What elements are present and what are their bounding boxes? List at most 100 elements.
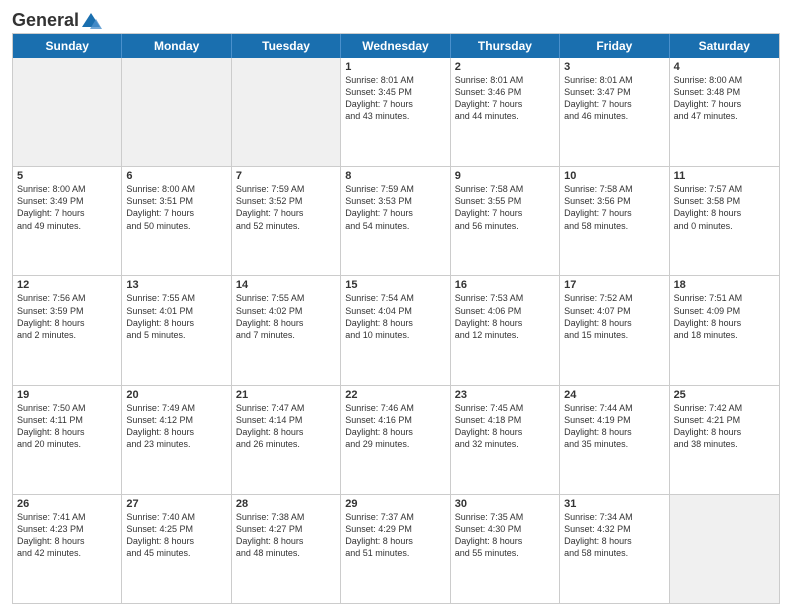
cal-cell-day-25: 25Sunrise: 7:42 AMSunset: 4:21 PMDayligh…	[670, 386, 779, 494]
cell-text-line: Sunrise: 7:57 AM	[674, 183, 775, 195]
cell-text-line: Sunset: 3:49 PM	[17, 195, 117, 207]
cal-cell-day-18: 18Sunrise: 7:51 AMSunset: 4:09 PMDayligh…	[670, 276, 779, 384]
cell-text-line: Sunrise: 7:34 AM	[564, 511, 664, 523]
cell-text-line: and 12 minutes.	[455, 329, 555, 341]
cal-cell-empty	[122, 58, 231, 166]
cell-text-line: Sunset: 3:51 PM	[126, 195, 226, 207]
cell-text-line: Sunset: 3:59 PM	[17, 305, 117, 317]
cell-text-line: and 10 minutes.	[345, 329, 445, 341]
cal-cell-day-1: 1Sunrise: 8:01 AMSunset: 3:45 PMDaylight…	[341, 58, 450, 166]
cal-cell-day-2: 2Sunrise: 8:01 AMSunset: 3:46 PMDaylight…	[451, 58, 560, 166]
day-number: 17	[564, 279, 664, 291]
cell-text-line: Sunrise: 7:46 AM	[345, 402, 445, 414]
cell-text-line: Daylight: 7 hours	[126, 207, 226, 219]
cal-cell-day-27: 27Sunrise: 7:40 AMSunset: 4:25 PMDayligh…	[122, 495, 231, 603]
day-number: 25	[674, 389, 775, 401]
cal-cell-day-3: 3Sunrise: 8:01 AMSunset: 3:47 PMDaylight…	[560, 58, 669, 166]
cal-cell-day-28: 28Sunrise: 7:38 AMSunset: 4:27 PMDayligh…	[232, 495, 341, 603]
day-number: 27	[126, 498, 226, 510]
cell-text-line: Daylight: 8 hours	[455, 535, 555, 547]
cal-cell-day-26: 26Sunrise: 7:41 AMSunset: 4:23 PMDayligh…	[13, 495, 122, 603]
cell-text-line: Sunset: 4:18 PM	[455, 414, 555, 426]
cell-text-line: Daylight: 7 hours	[345, 98, 445, 110]
cell-text-line: and 42 minutes.	[17, 547, 117, 559]
cell-text-line: Sunset: 3:48 PM	[674, 86, 775, 98]
cell-text-line: Sunset: 4:16 PM	[345, 414, 445, 426]
cell-text-line: Daylight: 7 hours	[17, 207, 117, 219]
cell-text-line: Sunset: 3:52 PM	[236, 195, 336, 207]
day-number: 20	[126, 389, 226, 401]
cal-cell-day-10: 10Sunrise: 7:58 AMSunset: 3:56 PMDayligh…	[560, 167, 669, 275]
cell-text-line: Sunset: 4:23 PM	[17, 523, 117, 535]
day-number: 28	[236, 498, 336, 510]
day-number: 22	[345, 389, 445, 401]
cell-text-line: Daylight: 7 hours	[455, 207, 555, 219]
day-number: 18	[674, 279, 775, 291]
cal-cell-day-22: 22Sunrise: 7:46 AMSunset: 4:16 PMDayligh…	[341, 386, 450, 494]
cell-text-line: Sunrise: 7:59 AM	[236, 183, 336, 195]
day-number: 7	[236, 170, 336, 182]
day-number: 16	[455, 279, 555, 291]
cell-text-line: Daylight: 8 hours	[564, 535, 664, 547]
cell-text-line: Daylight: 8 hours	[126, 317, 226, 329]
cell-text-line: and 26 minutes.	[236, 438, 336, 450]
cell-text-line: and 23 minutes.	[126, 438, 226, 450]
day-number: 26	[17, 498, 117, 510]
cell-text-line: and 35 minutes.	[564, 438, 664, 450]
cal-cell-day-8: 8Sunrise: 7:59 AMSunset: 3:53 PMDaylight…	[341, 167, 450, 275]
cell-text-line: Sunset: 3:55 PM	[455, 195, 555, 207]
cell-text-line: and 15 minutes.	[564, 329, 664, 341]
logo-icon	[80, 11, 102, 31]
cell-text-line: Sunrise: 7:51 AM	[674, 292, 775, 304]
cell-text-line: Daylight: 7 hours	[345, 207, 445, 219]
cal-cell-day-4: 4Sunrise: 8:00 AMSunset: 3:48 PMDaylight…	[670, 58, 779, 166]
logo: General	[12, 10, 103, 27]
cal-cell-day-16: 16Sunrise: 7:53 AMSunset: 4:06 PMDayligh…	[451, 276, 560, 384]
cell-text-line: Daylight: 8 hours	[345, 535, 445, 547]
day-number: 13	[126, 279, 226, 291]
cell-text-line: Sunset: 4:06 PM	[455, 305, 555, 317]
cell-text-line: Daylight: 8 hours	[674, 317, 775, 329]
day-number: 6	[126, 170, 226, 182]
cell-text-line: Daylight: 8 hours	[126, 426, 226, 438]
day-number: 29	[345, 498, 445, 510]
cell-text-line: Daylight: 8 hours	[674, 207, 775, 219]
day-number: 12	[17, 279, 117, 291]
cell-text-line: and 29 minutes.	[345, 438, 445, 450]
cell-text-line: and 43 minutes.	[345, 110, 445, 122]
cell-text-line: and 52 minutes.	[236, 220, 336, 232]
cell-text-line: Sunset: 4:07 PM	[564, 305, 664, 317]
cell-text-line: Sunrise: 7:49 AM	[126, 402, 226, 414]
cell-text-line: Daylight: 7 hours	[674, 98, 775, 110]
cell-text-line: Sunrise: 7:42 AM	[674, 402, 775, 414]
cal-cell-day-12: 12Sunrise: 7:56 AMSunset: 3:59 PMDayligh…	[13, 276, 122, 384]
cell-text-line: Sunrise: 8:01 AM	[455, 74, 555, 86]
day-number: 19	[17, 389, 117, 401]
cal-cell-day-9: 9Sunrise: 7:58 AMSunset: 3:55 PMDaylight…	[451, 167, 560, 275]
calendar-header: SundayMondayTuesdayWednesdayThursdayFrid…	[13, 34, 779, 58]
calendar: SundayMondayTuesdayWednesdayThursdayFrid…	[12, 33, 780, 604]
day-number: 14	[236, 279, 336, 291]
day-number: 24	[564, 389, 664, 401]
cell-text-line: Sunrise: 7:45 AM	[455, 402, 555, 414]
cell-text-line: and 38 minutes.	[674, 438, 775, 450]
weekday-header-monday: Monday	[122, 34, 231, 58]
cell-text-line: Daylight: 8 hours	[345, 317, 445, 329]
day-number: 9	[455, 170, 555, 182]
day-number: 5	[17, 170, 117, 182]
cell-text-line: Sunset: 3:46 PM	[455, 86, 555, 98]
day-number: 31	[564, 498, 664, 510]
calendar-row-0: 1Sunrise: 8:01 AMSunset: 3:45 PMDaylight…	[13, 58, 779, 167]
cell-text-line: Daylight: 8 hours	[455, 317, 555, 329]
header: General	[12, 10, 780, 27]
cell-text-line: Daylight: 7 hours	[236, 207, 336, 219]
cell-text-line: Sunset: 4:01 PM	[126, 305, 226, 317]
cell-text-line: and 48 minutes.	[236, 547, 336, 559]
cell-text-line: Daylight: 8 hours	[236, 426, 336, 438]
cell-text-line: and 0 minutes.	[674, 220, 775, 232]
cell-text-line: Daylight: 8 hours	[455, 426, 555, 438]
cell-text-line: Daylight: 8 hours	[17, 426, 117, 438]
cell-text-line: Daylight: 8 hours	[126, 535, 226, 547]
cal-cell-empty	[670, 495, 779, 603]
cell-text-line: Daylight: 8 hours	[17, 535, 117, 547]
